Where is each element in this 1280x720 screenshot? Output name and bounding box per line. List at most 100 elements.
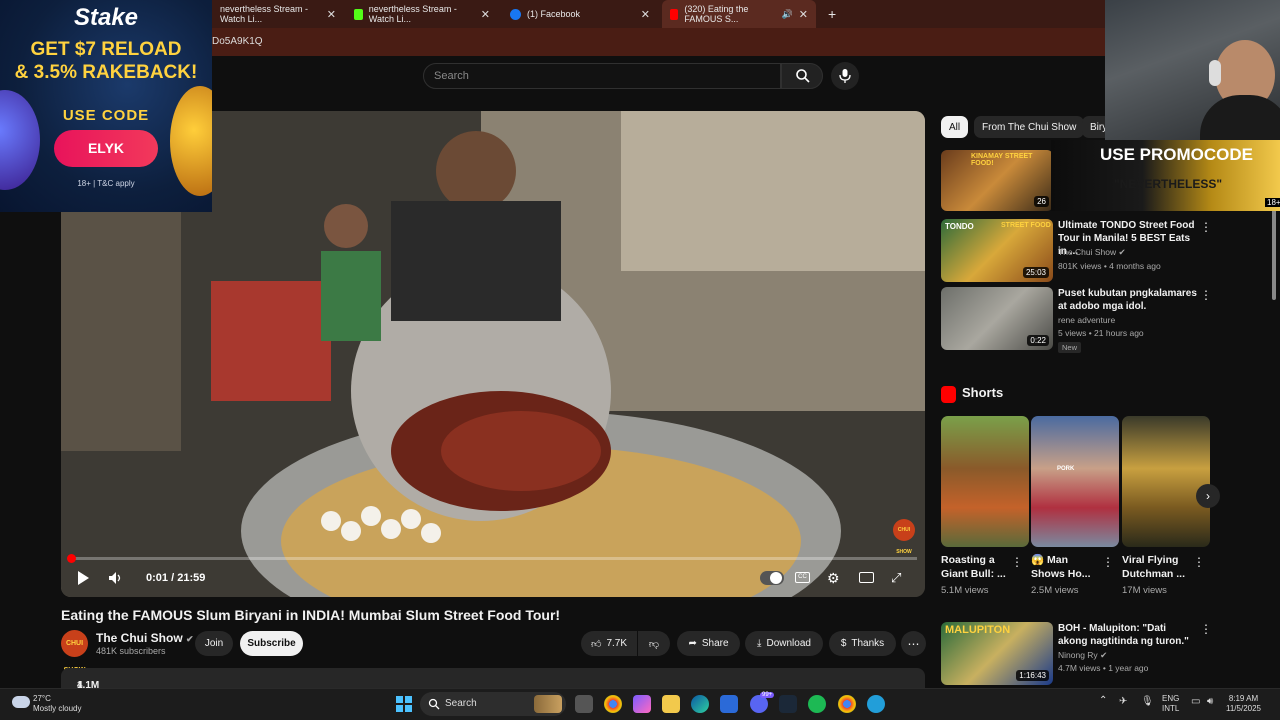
spotify-icon[interactable] — [808, 695, 826, 713]
more-vertical-icon[interactable]: ⋮ — [1011, 555, 1023, 569]
tab-label: (1) Facebook — [527, 9, 581, 19]
tab-label: nevertheless Stream - Watch Li... — [368, 4, 457, 24]
microphone-tray-icon[interactable]: 🎙︎ — [1141, 697, 1154, 707]
close-tab-icon[interactable]: ✕ — [799, 8, 808, 21]
weather-widget[interactable]: 27°C Mostly cloudy — [33, 694, 81, 714]
channel-name[interactable]: The Chui Show ✔ — [96, 631, 194, 645]
more-vertical-icon[interactable]: ⋮ — [1193, 555, 1205, 569]
language-indicator[interactable]: ENG INTL — [1162, 694, 1179, 714]
more-vertical-icon[interactable]: ⋮ — [1102, 555, 1114, 569]
new-badge: New — [1058, 342, 1082, 353]
download-button[interactable]: ⤓ Download — [745, 631, 823, 656]
recommended-thumbnail[interactable]: TONDO STREET FOOD 25:03 — [941, 219, 1053, 282]
taskbar-search[interactable]: Search — [420, 692, 566, 716]
tab-youtube-active[interactable]: (320) Eating the FAMOUS S... 🔊 ✕ — [662, 0, 816, 28]
fullscreen-icon[interactable]: ⤢ — [891, 570, 901, 586]
short-title[interactable]: 😱 Man Shows Ho... — [1031, 553, 1099, 581]
display-icon[interactable]: ▭ — [1191, 697, 1200, 707]
steam-icon[interactable] — [779, 695, 797, 713]
close-tab-icon[interactable]: ✕ — [327, 8, 336, 21]
share-icon: ➦ — [688, 638, 697, 649]
more-actions-button[interactable]: ⋯ — [901, 631, 926, 656]
volume-button[interactable] — [108, 570, 124, 589]
subtitles-icon[interactable]: CC — [795, 572, 810, 583]
chrome-profile-icon[interactable] — [838, 695, 856, 713]
recommended-title[interactable]: Puset kubutan pngkalamares at adobo mga … — [1058, 287, 1198, 313]
like-button[interactable]: 👍︎ 7.7K — [581, 631, 637, 656]
scrubber-handle[interactable] — [67, 554, 76, 563]
join-button[interactable]: Join — [195, 631, 233, 656]
more-vertical-icon[interactable]: ⋮ — [1200, 622, 1212, 636]
short-thumbnail[interactable]: PORK — [1031, 416, 1119, 547]
speaker-icon[interactable]: 🔊 — [782, 9, 793, 20]
voice-search-button[interactable] — [831, 62, 859, 90]
share-label: Share — [701, 638, 729, 649]
language-code: ENG — [1162, 694, 1180, 703]
short-title[interactable]: Roasting a Giant Bull: ... — [941, 553, 1007, 581]
thumbnail-text: PORK — [1057, 466, 1075, 472]
chip-all[interactable]: All — [941, 116, 969, 138]
task-view-icon[interactable] — [575, 695, 593, 713]
more-vertical-icon[interactable]: ⋮ — [1200, 288, 1212, 302]
new-tab-button[interactable]: + — [820, 0, 840, 28]
recommended-channel-name[interactable]: Ninong Ry — [1058, 650, 1098, 660]
recommended-thumbnail[interactable]: KINAMAY STREET FOOD! 26 — [941, 150, 1053, 211]
short-thumbnail[interactable] — [1122, 416, 1210, 547]
recommended-title[interactable]: BOH - Malupiton: "Dati akong nagtitinda … — [1058, 622, 1198, 648]
settings-gear-icon[interactable]: ⚙ — [827, 570, 840, 587]
thumbnail-text: TONDO — [945, 222, 974, 231]
progress-bar[interactable] — [69, 557, 917, 560]
dislike-button[interactable]: 👎︎ — [638, 631, 670, 656]
tray-overflow-icon[interactable]: ⌃ — [1099, 696, 1107, 706]
network-icon[interactable]: ✈ — [1119, 697, 1127, 707]
windows-start-icon[interactable] — [396, 696, 412, 712]
share-button[interactable]: ➦ Share — [677, 631, 740, 656]
recommended-thumbnail[interactable]: 0:22 — [941, 287, 1053, 350]
description-box[interactable]: 1.1M views 4 months ago — [61, 668, 925, 713]
store-icon[interactable] — [720, 695, 738, 713]
video-duration: 25:03 — [1022, 267, 1049, 278]
tab-label: nevertheless Stream - Watch Li... — [220, 4, 309, 24]
search-input[interactable]: Search — [423, 63, 781, 89]
search-button[interactable] — [781, 63, 823, 89]
play-button[interactable] — [76, 570, 90, 589]
chip-from-channel[interactable]: From The Chui Show — [974, 116, 1085, 138]
copilot-icon[interactable] — [633, 695, 651, 713]
age-badge: 18+ — [1265, 198, 1280, 207]
shorts-next-button[interactable]: › — [1196, 484, 1220, 508]
recommended-channel[interactable]: The Chui Show ✔ — [1058, 246, 1126, 259]
autoplay-toggle[interactable] — [760, 571, 784, 585]
recommended-channel[interactable]: rene adventure — [1058, 314, 1115, 327]
time-separator: / — [171, 572, 175, 584]
short-thumbnail[interactable] — [941, 416, 1029, 547]
close-tab-icon[interactable]: ✕ — [641, 8, 650, 21]
short-views: 5.1M views — [941, 585, 989, 596]
search-icon — [796, 69, 810, 83]
channel-avatar[interactable]: CHUI SHOW — [61, 630, 88, 674]
recommended-channel[interactable]: Ninong Ry ✔ — [1058, 649, 1107, 662]
subscribe-button[interactable]: Subscribe — [240, 631, 303, 656]
miniplayer-icon[interactable] — [859, 572, 874, 583]
stake-ad-overlay: Stake GET $7 RELOAD & 3.5% RAKEBACK! USE… — [0, 0, 212, 212]
tab-nevertheless-1[interactable]: nevertheless Stream - Watch Li... ✕ — [212, 0, 344, 28]
view-info: 1.1M views 4 months ago — [69, 674, 113, 713]
channel-watermark[interactable]: CHUI SHOW — [893, 519, 915, 555]
recommended-thumbnail[interactable]: MALUPITON 1:16:43 — [941, 622, 1053, 685]
more-vertical-icon[interactable]: ⋮ — [1200, 220, 1212, 234]
channel-name-text[interactable]: The Chui Show — [96, 631, 183, 645]
close-tab-icon[interactable]: ✕ — [481, 8, 490, 21]
tab-nevertheless-2[interactable]: nevertheless Stream - Watch Li... ✕ — [346, 0, 498, 28]
edge-icon[interactable] — [691, 695, 709, 713]
short-title[interactable]: Viral Flying Dutchman ... — [1122, 553, 1190, 581]
file-explorer-icon[interactable] — [662, 695, 680, 713]
weather-cloud-icon[interactable] — [12, 696, 30, 708]
telegram-icon[interactable] — [867, 695, 885, 713]
volume-tray-icon[interactable]: 🔊︎ — [1207, 697, 1213, 707]
shorts-icon — [941, 386, 956, 403]
clock[interactable]: 8:19 AM 11/5/2025 — [1226, 694, 1261, 714]
chrome-icon[interactable] — [604, 695, 622, 713]
tab-facebook[interactable]: (1) Facebook ✕ — [502, 0, 658, 28]
recommended-channel-name[interactable]: The Chui Show — [1058, 247, 1116, 257]
thanks-button[interactable]: $ Thanks — [829, 631, 896, 656]
url-text[interactable]: Do5A9K1Q — [212, 36, 263, 47]
